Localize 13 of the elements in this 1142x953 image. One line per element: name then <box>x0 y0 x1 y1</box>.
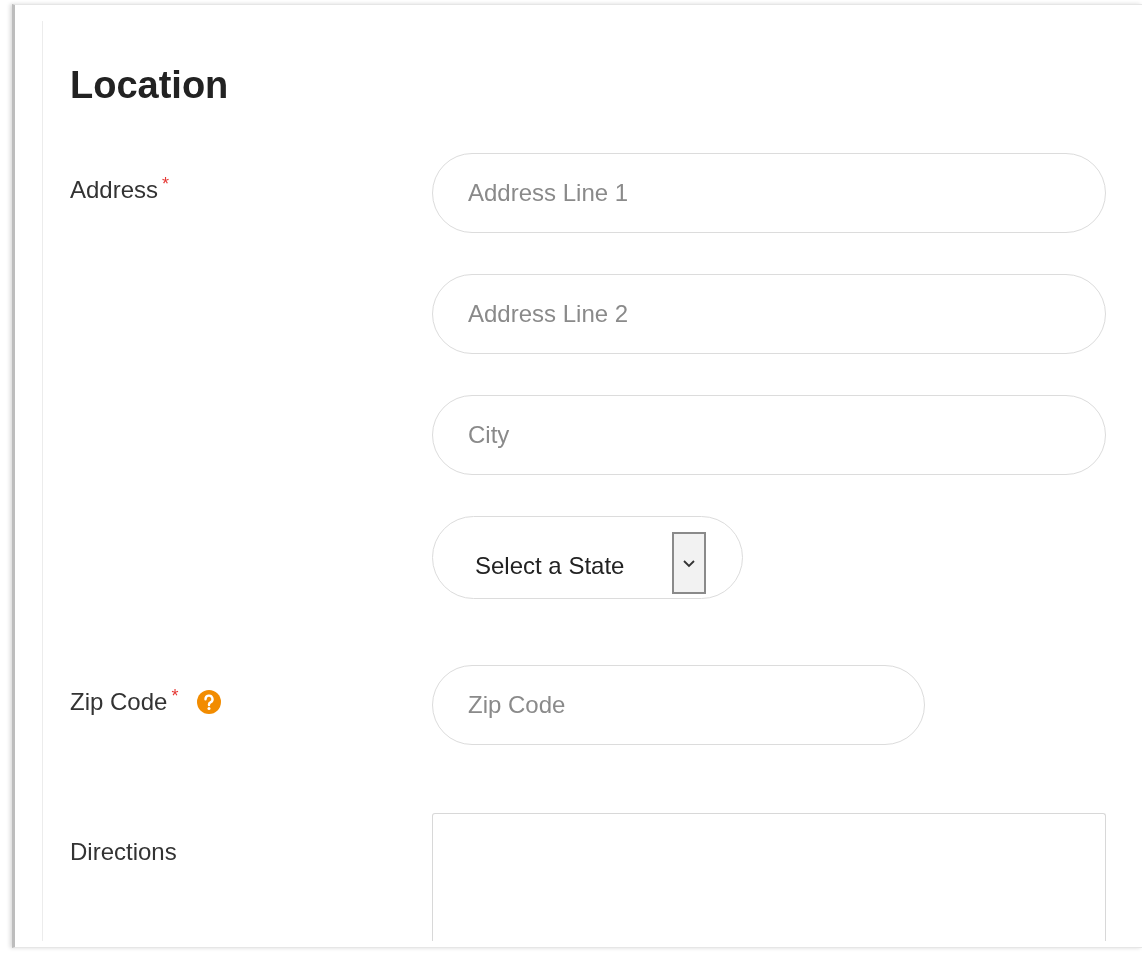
state-select[interactable]: Select a State <box>432 516 743 599</box>
required-mark: * <box>162 175 170 193</box>
text-field[interactable]: City <box>432 395 1106 475</box>
field-label: Address <box>70 175 159 205</box>
text-field[interactable]: Zip Code <box>432 665 925 745</box>
field-label: Directions <box>70 837 177 867</box>
dropdown-icon <box>672 531 706 594</box>
text-field[interactable]: Address Line 1 <box>432 153 1106 233</box>
field-label: Zip Code <box>70 687 168 717</box>
section-title: Location <box>70 63 230 107</box>
text-field[interactable]: Address Line 2 <box>432 274 1106 354</box>
help-icon[interactable] <box>196 689 223 715</box>
required-mark: * <box>171 687 179 705</box>
